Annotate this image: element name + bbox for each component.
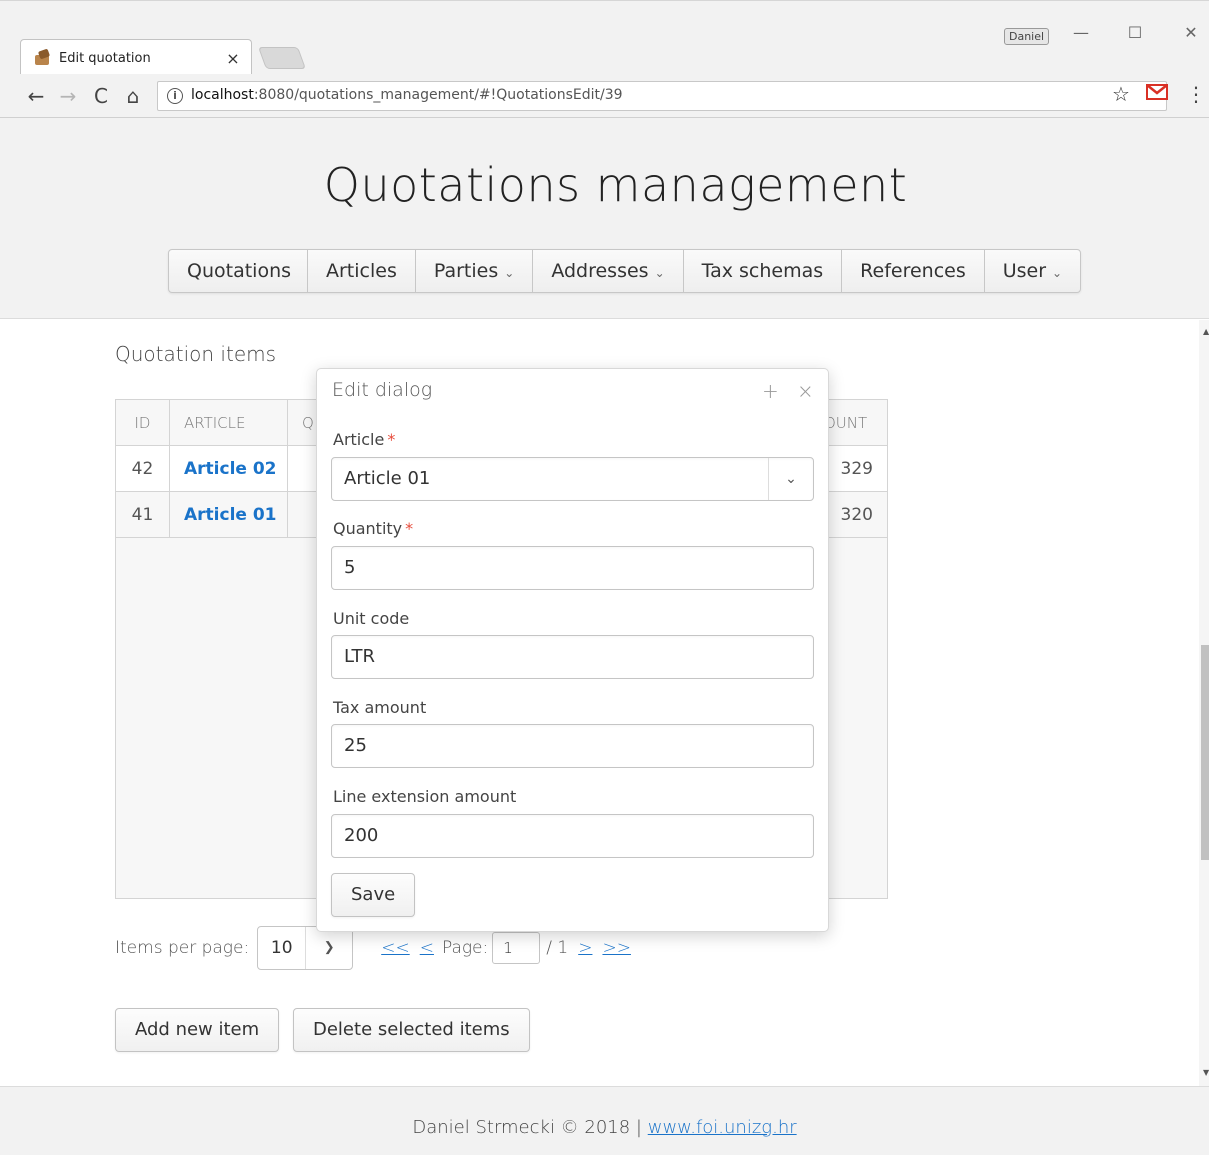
article-link[interactable]: Article 02 (170, 446, 288, 492)
page-header: Quotations management Quotations Article… (0, 118, 1209, 319)
tax-amount-label: Tax amount (333, 698, 427, 717)
menu-user[interactable]: User ⌄ (985, 250, 1080, 292)
column-header-quantity[interactable]: Q (302, 400, 314, 446)
first-page-link[interactable]: << (381, 938, 410, 958)
home-icon[interactable]: ⌂ (121, 84, 145, 110)
delete-selected-items-button[interactable]: Delete selected items (293, 1008, 530, 1052)
last-page-link[interactable]: >> (602, 938, 631, 958)
minimize-icon[interactable]: — (1066, 23, 1096, 43)
footer-link[interactable]: www.foi.unizg.hr (648, 1117, 797, 1138)
chevron-down-icon[interactable]: ❯ (306, 927, 352, 969)
article-combobox-value: Article 01 (344, 468, 431, 489)
menu-quotations[interactable]: Quotations (169, 250, 308, 292)
line-extension-amount-field[interactable]: 200 (331, 814, 814, 858)
package-icon (33, 48, 51, 66)
menu-addresses[interactable]: Addresses ⌄ (533, 250, 684, 292)
reload-icon[interactable]: C (89, 84, 113, 110)
line-extension-amount-label: Line extension amount (333, 787, 517, 806)
footer-text: Daniel Strmecki © 2018 | (412, 1117, 648, 1138)
quantity-field[interactable]: 5 (331, 546, 814, 590)
cell-id: 41 (116, 492, 170, 538)
items-per-page-select[interactable]: 10 ❯ (257, 926, 354, 970)
url-text: localhost:8080/quotations_management/#!Q… (191, 87, 623, 103)
pager: Items per page: 10 ❯ << < Page: 1 / 1 > … (115, 926, 631, 970)
quantity-label: Quantity * (333, 519, 414, 538)
tab-title: Edit quotation (59, 50, 151, 66)
column-header-id[interactable]: ID (116, 400, 170, 446)
article-link[interactable]: Article 01 (170, 492, 288, 538)
browser-tab[interactable]: Edit quotation × (20, 39, 252, 74)
page-title: Quotations management (323, 158, 908, 212)
footer: Daniel Strmecki © 2018 | www.foi.unizg.h… (0, 1086, 1209, 1155)
menu-articles[interactable]: Articles (308, 250, 416, 292)
menu-tax-schemas[interactable]: Tax schemas (684, 250, 843, 292)
required-indicator: * (405, 519, 414, 538)
scrollbar-thumb[interactable] (1201, 645, 1209, 860)
info-icon[interactable]: i (167, 88, 183, 104)
chevron-down-icon: ⌄ (654, 266, 665, 280)
scroll-down-icon[interactable]: ▼ (1203, 1068, 1209, 1077)
scroll-up-icon[interactable]: ▲ (1203, 327, 1209, 336)
cell-id: 42 (116, 446, 170, 492)
address-bar[interactable]: i localhost:8080/quotations_management/#… (157, 81, 1167, 111)
tax-amount-field[interactable]: 25 (331, 724, 814, 768)
close-icon[interactable]: × (797, 379, 814, 403)
cell-amount: 320 (840, 505, 873, 525)
main-menubar: Quotations Articles Parties ⌄ Addresses ⌄ … (168, 249, 1082, 293)
bookmark-star-icon[interactable]: ☆ (1112, 82, 1130, 106)
edit-dialog: Edit dialog + × Article * Article 01 ⌄ Qu… (316, 368, 829, 932)
window-close-icon[interactable]: ✕ (1176, 23, 1206, 43)
section-title: Quotation items (115, 342, 277, 366)
chevron-down-icon: ⌄ (1052, 266, 1063, 280)
required-indicator: * (387, 430, 396, 449)
add-new-item-button[interactable]: Add new item (115, 1008, 280, 1052)
items-per-page-label: Items per page: (115, 938, 250, 958)
next-page-link[interactable]: > (578, 938, 592, 958)
browser-menu-icon[interactable]: ⋮ (1186, 82, 1206, 106)
new-tab-button[interactable] (257, 47, 307, 69)
page-number-input[interactable]: 1 (492, 932, 541, 964)
dialog-title: Edit dialog (332, 379, 433, 401)
article-label: Article * (333, 430, 396, 449)
column-header-amount[interactable]: OUNT (824, 400, 867, 446)
maximize-icon[interactable]: ☐ (1120, 23, 1150, 43)
tab-close-icon[interactable]: × (225, 49, 241, 68)
prev-page-link[interactable]: < (420, 938, 434, 958)
forward-arrow-icon[interactable]: → (56, 84, 80, 110)
menu-parties[interactable]: Parties ⌄ (416, 250, 534, 292)
unit-code-label: Unit code (333, 609, 410, 628)
page-label: Page: (441, 938, 489, 958)
items-per-page-value: 10 (258, 927, 307, 969)
back-arrow-icon[interactable]: ← (24, 84, 48, 110)
page-total: / 1 (546, 938, 569, 958)
article-combobox[interactable]: Article 01 ⌄ (331, 457, 814, 501)
browser-toolbar: ← → C ⌂ i localhost:8080/quotations_mana… (0, 80, 1209, 118)
profile-badge[interactable]: Daniel (1004, 28, 1050, 45)
chevron-down-icon[interactable]: ⌄ (768, 458, 813, 500)
gmail-icon[interactable] (1146, 84, 1168, 100)
column-header-article[interactable]: ARTICLE (170, 400, 288, 446)
browser-tab-strip: Edit quotation × Daniel — ☐ ✕ (0, 0, 1209, 80)
cell-amount: 329 (840, 459, 873, 479)
menu-references[interactable]: References (842, 250, 985, 292)
unit-code-field[interactable]: LTR (331, 635, 814, 679)
maximize-plus-icon[interactable]: + (762, 379, 779, 403)
save-button[interactable]: Save (331, 873, 416, 917)
chevron-down-icon: ⌄ (504, 266, 515, 280)
